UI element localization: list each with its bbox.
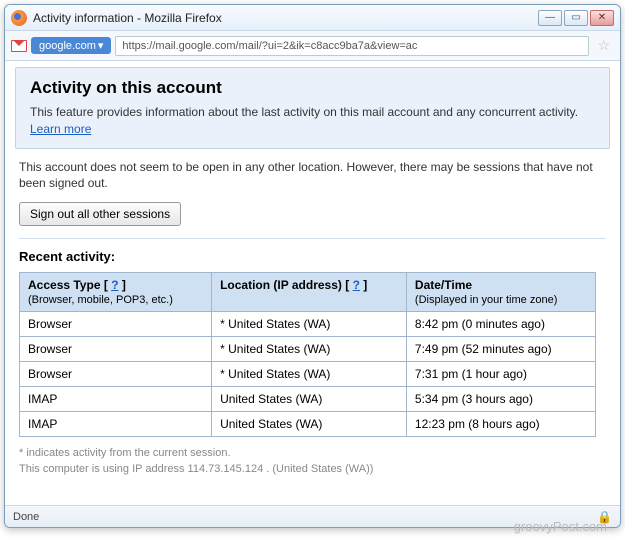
maximize-button[interactable]: ▭ xyxy=(564,10,588,26)
chevron-down-icon: ▾ xyxy=(98,39,104,52)
col-datetime: Date/Time (Displayed in your time zone) xyxy=(406,273,595,312)
firefox-window: Activity information - Mozilla Firefox —… xyxy=(4,4,621,528)
table-header-row: Access Type [ ? ] (Browser, mobile, POP3… xyxy=(20,273,596,312)
page-content: Activity on this account This feature pr… xyxy=(5,61,620,505)
table-row: IMAPUnited States (WA)5:34 pm (3 hours a… xyxy=(20,387,596,412)
cell-access: IMAP xyxy=(20,387,212,412)
window-controls: — ▭ ✕ xyxy=(538,10,614,26)
cell-access: Browser xyxy=(20,362,212,387)
footnote-ip: This computer is using IP address 114.73… xyxy=(19,463,606,475)
cell-location: United States (WA) xyxy=(212,387,407,412)
close-button[interactable]: ✕ xyxy=(590,10,614,26)
status-bar: Done 🔒 xyxy=(5,505,620,527)
cell-datetime: 12:23 pm (8 hours ago) xyxy=(406,412,595,437)
table-row: Browser* United States (WA)8:42 pm (0 mi… xyxy=(20,312,596,337)
cell-access: Browser xyxy=(20,337,212,362)
recent-activity-title: Recent activity: xyxy=(19,249,606,264)
help-location-link[interactable]: ? xyxy=(353,278,360,292)
cell-location: * United States (WA) xyxy=(212,312,407,337)
url-text: https://mail.google.com/mail/?ui=2&ik=c8… xyxy=(122,40,417,52)
bookmark-star-icon[interactable]: ☆ xyxy=(593,37,614,54)
address-bar-row: google.com ▾ https://mail.google.com/mai… xyxy=(5,31,620,61)
col-location: Location (IP address) [ ? ] xyxy=(212,273,407,312)
page-title: Activity on this account xyxy=(30,78,595,98)
page-description: This feature provides information about … xyxy=(30,104,595,138)
sign-out-sessions-button[interactable]: Sign out all other sessions xyxy=(19,202,181,226)
site-identity-pill[interactable]: google.com ▾ xyxy=(31,37,111,54)
col-access-type: Access Type [ ? ] (Browser, mobile, POP3… xyxy=(20,273,212,312)
divider xyxy=(19,238,606,239)
cell-access: IMAP xyxy=(20,412,212,437)
window-titlebar[interactable]: Activity information - Mozilla Firefox —… xyxy=(5,5,620,31)
cell-datetime: 8:42 pm (0 minutes ago) xyxy=(406,312,595,337)
lock-icon: 🔒 xyxy=(597,510,612,524)
gmail-icon xyxy=(11,40,27,52)
cell-access: Browser xyxy=(20,312,212,337)
site-identity-label: google.com xyxy=(39,40,96,52)
cell-location: * United States (WA) xyxy=(212,337,407,362)
cell-datetime: 5:34 pm (3 hours ago) xyxy=(406,387,595,412)
status-text: Done xyxy=(13,511,39,523)
address-bar[interactable]: https://mail.google.com/mail/?ui=2&ik=c8… xyxy=(115,36,589,56)
learn-more-link[interactable]: Learn more xyxy=(30,122,91,136)
minimize-button[interactable]: — xyxy=(538,10,562,26)
cell-datetime: 7:31 pm (1 hour ago) xyxy=(406,362,595,387)
table-row: Browser* United States (WA)7:49 pm (52 m… xyxy=(20,337,596,362)
window-title: Activity information - Mozilla Firefox xyxy=(33,11,538,25)
table-row: IMAPUnited States (WA)12:23 pm (8 hours … xyxy=(20,412,596,437)
activity-table: Access Type [ ? ] (Browser, mobile, POP3… xyxy=(19,272,596,437)
help-access-type-link[interactable]: ? xyxy=(111,278,118,292)
firefox-icon xyxy=(11,10,27,26)
page-header-block: Activity on this account This feature pr… xyxy=(15,67,610,149)
footnote-asterisk: * indicates activity from the current se… xyxy=(19,447,606,459)
table-row: Browser* United States (WA)7:31 pm (1 ho… xyxy=(20,362,596,387)
cell-location: * United States (WA) xyxy=(212,362,407,387)
session-status-text: This account does not seem to be open in… xyxy=(19,159,606,193)
cell-location: United States (WA) xyxy=(212,412,407,437)
cell-datetime: 7:49 pm (52 minutes ago) xyxy=(406,337,595,362)
